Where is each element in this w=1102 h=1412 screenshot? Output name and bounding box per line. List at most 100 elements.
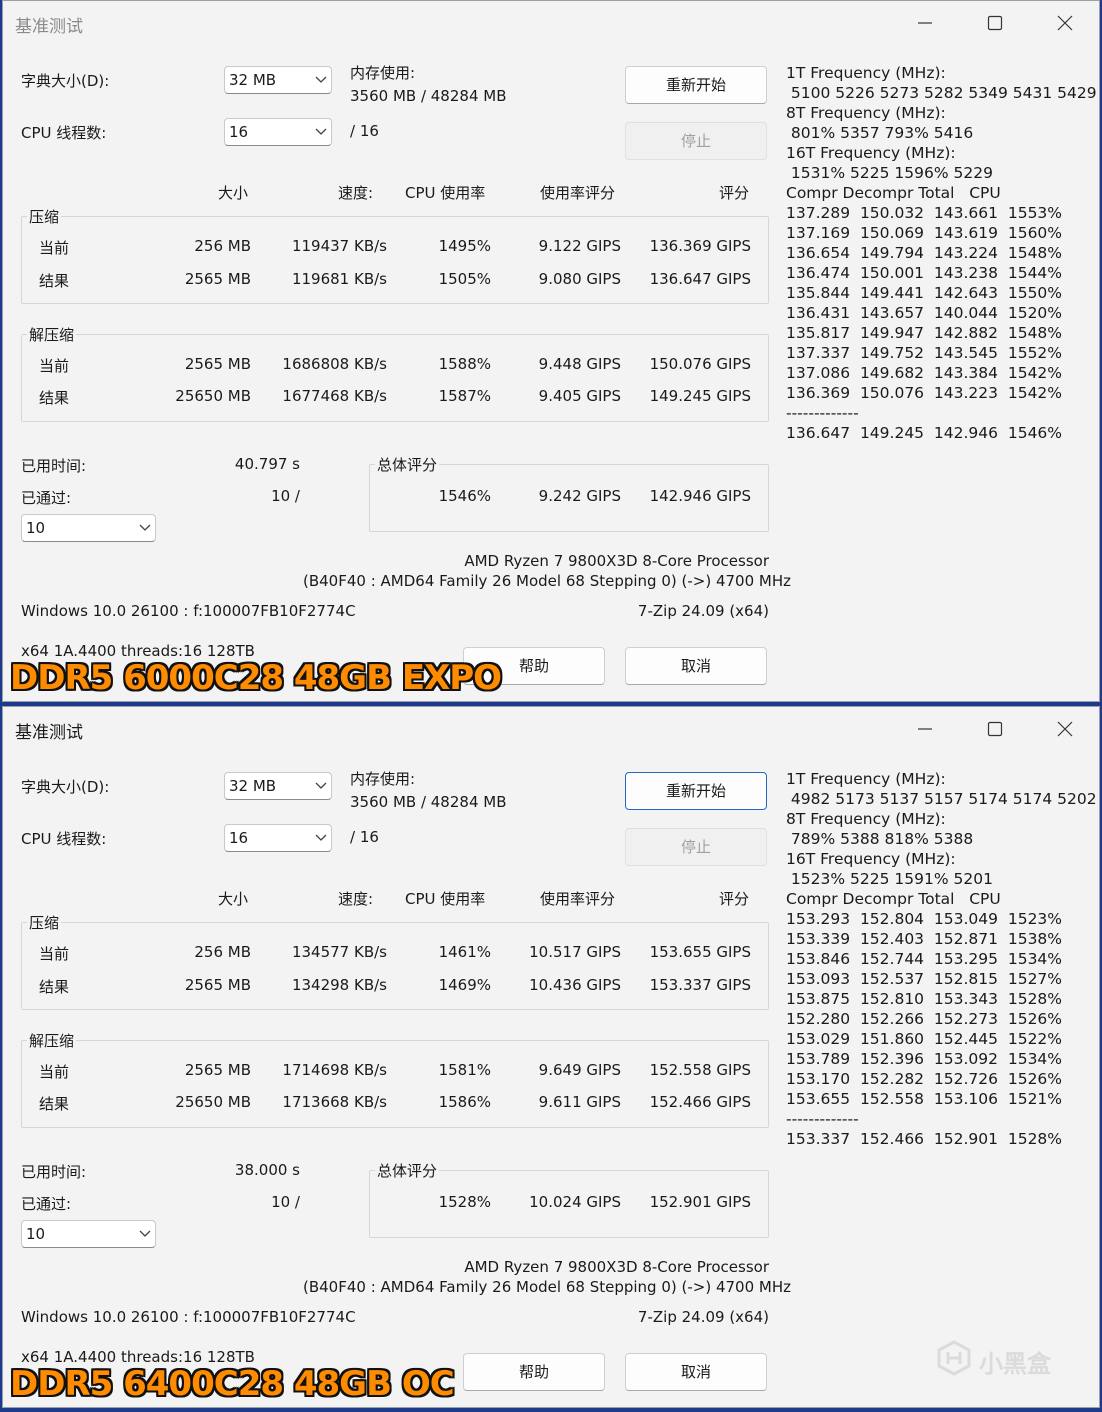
- threads-value: 16: [229, 829, 249, 847]
- total-cpu: 1546%: [438, 487, 491, 505]
- dec-rating: 149.245 GIPS: [649, 387, 751, 405]
- col-rating-header: 评分: [719, 184, 750, 202]
- cancel-button[interactable]: 取消: [625, 647, 767, 685]
- dec-speed: 1714698 KB/s: [282, 1061, 387, 1079]
- cpu-detail: (B40F40 : AMD64 Family 26 Model 68 Stepp…: [303, 572, 791, 590]
- dec-usage-rating: 9.649 GIPS: [538, 1061, 621, 1079]
- stop-button[interactable]: 停止: [625, 122, 767, 160]
- app-version: 7-Zip 24.09 (x64): [637, 1308, 769, 1326]
- close-button[interactable]: [1043, 713, 1089, 745]
- result-line: 153.339 152.403 152.871 1538%: [786, 930, 1063, 948]
- maximize-icon: [987, 721, 1003, 737]
- results-table-header: Compr Decompr Total CPU: [786, 184, 1001, 202]
- dict-size-value: 32 MB: [229, 71, 277, 89]
- benchmark-window-oc: 基准测试 字典大小(D): 32 MB CPU 线程数: 16 / 16 内存使…: [2, 706, 1100, 1408]
- comp-speed: 134577 KB/s: [291, 943, 387, 961]
- comp-speed: 134298 KB/s: [291, 976, 387, 994]
- comp-usage-rating: 10.436 GIPS: [529, 976, 621, 994]
- minimize-icon: [918, 22, 932, 24]
- col-usage-rating-header: 使用率评分: [540, 184, 616, 202]
- passes-select[interactable]: 10: [21, 514, 156, 542]
- restart-button[interactable]: 重新开始: [625, 772, 767, 810]
- comp-row-label: 结果: [39, 272, 70, 290]
- passed-value: 10 /: [271, 487, 300, 505]
- dec-size: 25650 MB: [175, 1093, 251, 1111]
- cpu-detail: (B40F40 : AMD64 Family 26 Model 68 Stepp…: [303, 1278, 791, 1296]
- decompress-group-label: 解压缩: [27, 1030, 77, 1051]
- threads-select[interactable]: 16: [224, 118, 332, 146]
- dec-usage-rating: 9.405 GIPS: [538, 387, 621, 405]
- cancel-button[interactable]: 取消: [625, 1353, 767, 1391]
- chevron-down-icon: [139, 524, 151, 531]
- col-size-header: 大小: [218, 890, 249, 908]
- elapsed-value: 40.797 s: [234, 455, 300, 473]
- close-icon: [1057, 721, 1073, 737]
- stop-button[interactable]: 停止: [625, 828, 767, 866]
- comp-size: 2565 MB: [184, 270, 251, 288]
- result-line: 153.655 152.558 153.106 1521%: [786, 1090, 1063, 1108]
- result-line: 136.369 150.076 143.223 1542%: [786, 384, 1063, 402]
- threads-value: 16: [229, 123, 249, 141]
- watermark: 小黑盒: [935, 1338, 1075, 1378]
- dec-rating: 150.076 GIPS: [649, 355, 751, 373]
- dec-size: 25650 MB: [175, 387, 251, 405]
- freq-16t-label: 16T Frequency (MHz):: [786, 850, 956, 868]
- comp-cpu: 1495%: [438, 237, 491, 255]
- passes-select[interactable]: 10: [21, 1220, 156, 1248]
- window-title: 基准测试: [15, 723, 83, 743]
- results-table-header: Compr Decompr Total CPU: [786, 890, 1001, 908]
- minimize-button[interactable]: [903, 713, 949, 745]
- comp-rating: 153.655 GIPS: [649, 943, 751, 961]
- elapsed-label: 已用时间:: [21, 457, 87, 475]
- threads-select[interactable]: 16: [224, 824, 332, 852]
- cpu-name: AMD Ryzen 7 9800X3D 8-Core Processor: [464, 1258, 769, 1276]
- maximize-icon: [987, 15, 1003, 31]
- dec-speed: 1686808 KB/s: [282, 355, 387, 373]
- dec-row-label: 结果: [39, 389, 70, 407]
- col-size-header: 大小: [218, 184, 249, 202]
- frequency-results-panel: 1T Frequency (MHz): 5100 5226 5273 5282 …: [786, 63, 1097, 443]
- chevron-down-icon: [315, 782, 327, 789]
- restart-button[interactable]: 重新开始: [625, 66, 767, 104]
- total-rating-label: 总体评分: [375, 1160, 440, 1181]
- result-line: 136.474 150.001 143.238 1544%: [786, 264, 1063, 282]
- freq-1t-label: 1T Frequency (MHz):: [786, 770, 946, 788]
- dict-size-select[interactable]: 32 MB: [224, 66, 332, 94]
- comp-rating: 136.647 GIPS: [649, 270, 751, 288]
- freq-8t-values: 801% 5357 793% 5416: [786, 124, 974, 142]
- comp-size: 2565 MB: [184, 976, 251, 994]
- title-bar: 基准测试: [3, 1, 1099, 45]
- comp-cpu: 1461%: [438, 943, 491, 961]
- decompress-group: [21, 1040, 769, 1128]
- result-line: 137.086 149.682 143.384 1542%: [786, 364, 1063, 382]
- close-button[interactable]: [1043, 7, 1089, 39]
- result-line: 153.875 152.810 153.343 1528%: [786, 990, 1063, 1008]
- comp-usage-rating: 10.517 GIPS: [529, 943, 621, 961]
- result-line: 152.280 152.266 152.273 1526%: [786, 1010, 1063, 1028]
- mem-usage-label: 内存使用:: [350, 770, 416, 788]
- dec-row-label: 结果: [39, 1095, 70, 1113]
- comp-rating: 136.369 GIPS: [649, 237, 751, 255]
- dec-row-label: 当前: [39, 357, 70, 375]
- passed-label: 已通过:: [21, 489, 72, 507]
- threads-label: CPU 线程数:: [21, 830, 107, 848]
- dict-size-select[interactable]: 32 MB: [224, 772, 332, 800]
- maximize-button[interactable]: [973, 7, 1019, 39]
- results-separator: -------------: [786, 404, 859, 422]
- mem-usage-value: 3560 MB / 48284 MB: [350, 87, 507, 105]
- threads-max: / 16: [350, 828, 379, 846]
- results-summary: 153.337 152.466 152.901 1528%: [786, 1130, 1063, 1148]
- help-button[interactable]: 帮助: [463, 1353, 605, 1391]
- dec-row-label: 当前: [39, 1063, 70, 1081]
- total-rating-label: 总体评分: [375, 454, 440, 475]
- decompress-group-label: 解压缩: [27, 324, 77, 345]
- col-cpu-header: CPU 使用率: [405, 890, 486, 908]
- maximize-button[interactable]: [973, 713, 1019, 745]
- passed-label: 已通过:: [21, 1195, 72, 1213]
- watermark-text: 小黑盒: [979, 1350, 1051, 1378]
- freq-1t-values: 4982 5173 5137 5157 5174 5174 5202: [786, 790, 1097, 808]
- freq-16t-label: 16T Frequency (MHz):: [786, 144, 956, 162]
- minimize-button[interactable]: [903, 7, 949, 39]
- threads-max: / 16: [350, 122, 379, 140]
- result-line: 136.654 149.794 143.224 1548%: [786, 244, 1063, 262]
